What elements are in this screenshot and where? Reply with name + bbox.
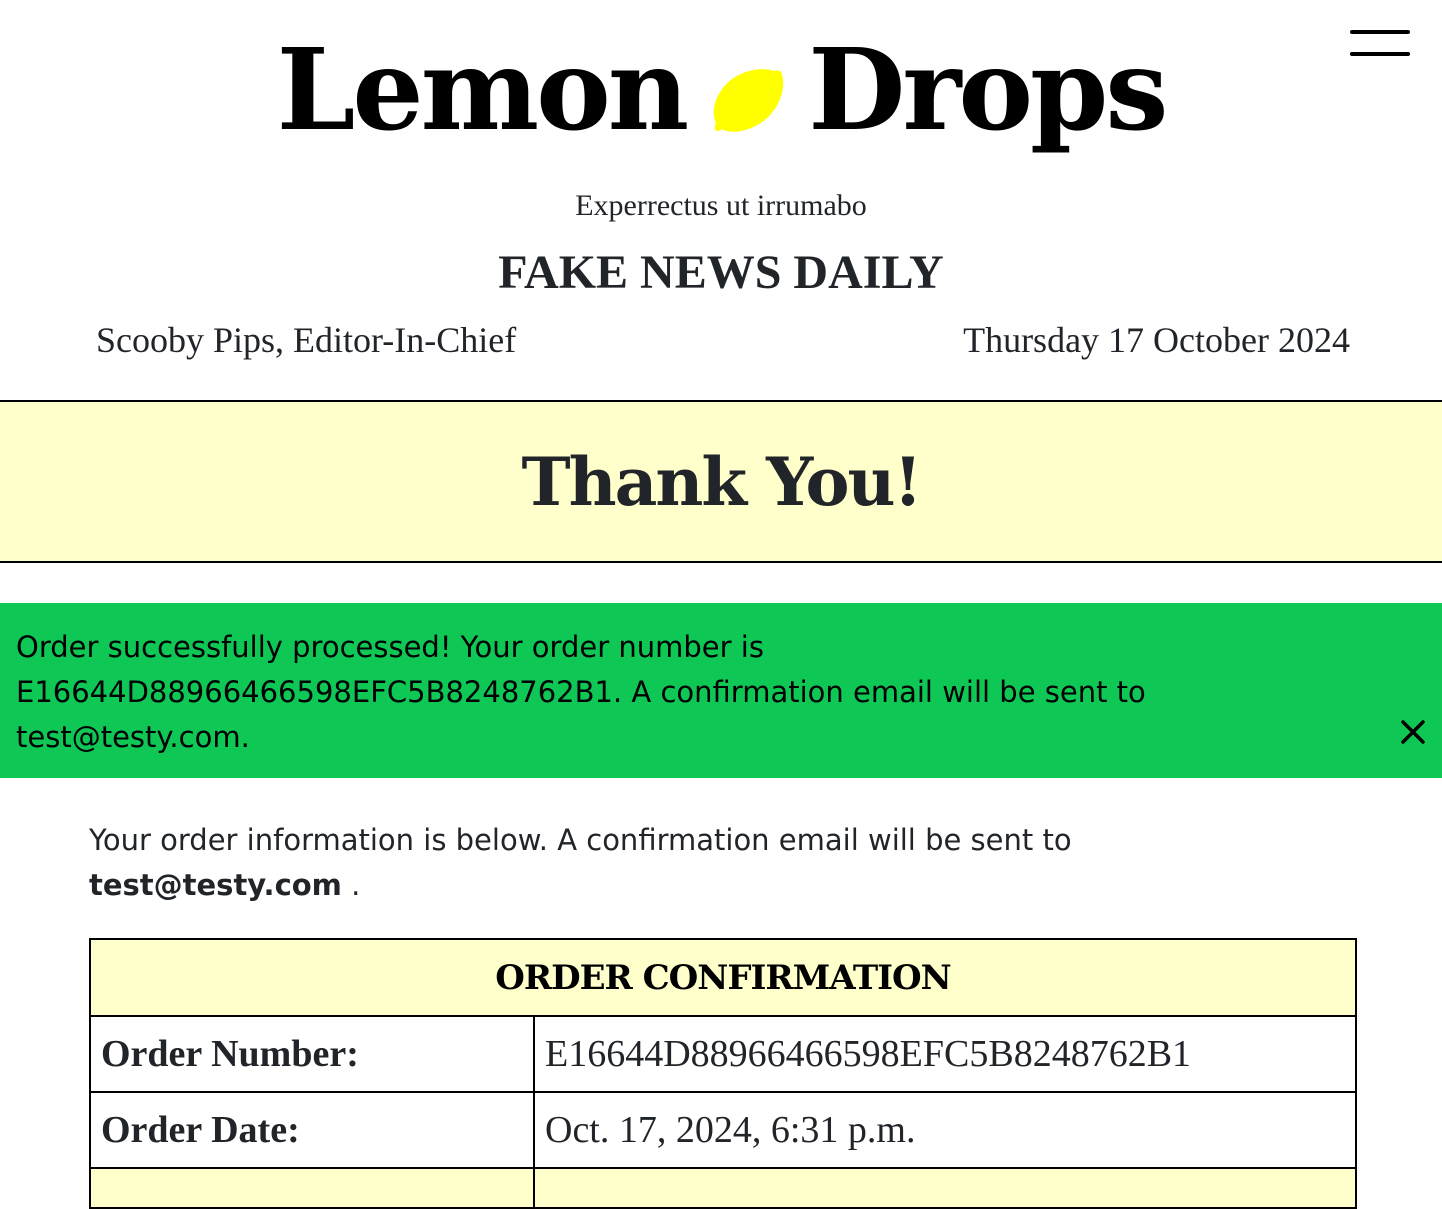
paper-name: FAKE NEWS DAILY	[498, 246, 944, 299]
alert-message: Order successfully processed! Your order…	[16, 630, 1146, 754]
current-date: Thursday 17 October 2024	[963, 320, 1350, 360]
intro-end: .	[351, 868, 361, 902]
order-confirmation-table: ORDER CONFIRMATION Order Number: E16644D…	[89, 938, 1357, 1209]
lemon-icon	[708, 32, 786, 132]
logo-text-right: Drops	[808, 25, 1168, 156]
logo-text-left: Lemon	[276, 25, 690, 156]
order-number-value: E16644D88966466598EFC5B8248762B1	[533, 1015, 1357, 1093]
editor-credit: Scooby Pips, Editor-In-Chief	[96, 320, 517, 360]
order-date-label: Order Date:	[89, 1091, 535, 1169]
page-title-band: Thank You!	[0, 400, 1442, 563]
order-table-heading: ORDER CONFIRMATION	[89, 938, 1357, 1017]
close-icon[interactable]	[1398, 715, 1428, 745]
table-row: Order Number: E16644D88966466598EFC5B824…	[89, 1015, 1357, 1093]
site-tagline: Experrectus ut irrumabo	[575, 189, 867, 222]
intro-email: test@testy.com	[89, 868, 342, 902]
intro-text: Your order information is below. A confi…	[89, 823, 1072, 857]
table-row	[89, 1167, 1357, 1209]
page-title: Thank You!	[521, 443, 923, 521]
success-alert: Order successfully processed! Your order…	[0, 603, 1442, 778]
order-number-label: Order Number:	[89, 1015, 535, 1093]
site-header: Lemon Drops Experrectus ut irrumabo FAKE …	[0, 0, 1442, 400]
hamburger-menu-icon[interactable]	[1350, 30, 1410, 58]
order-date-value: Oct. 17, 2024, 6:31 p.m.	[533, 1091, 1357, 1169]
table-row: Order Date: Oct. 17, 2024, 6:31 p.m.	[89, 1091, 1357, 1169]
site-logo[interactable]: Lemon Drops	[0, 26, 1442, 156]
order-intro: Your order information is below. A confi…	[89, 818, 1339, 908]
